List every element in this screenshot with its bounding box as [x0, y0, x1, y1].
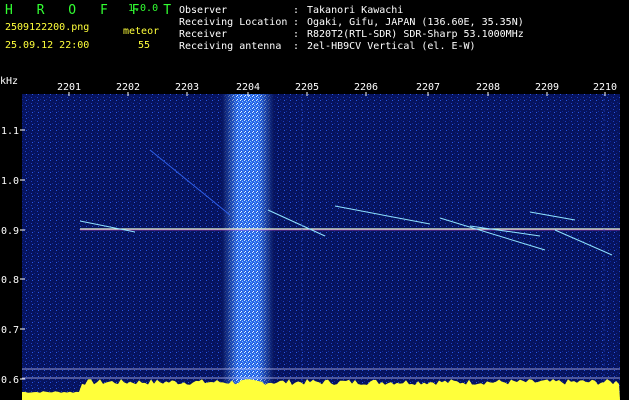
app-version: 1.0.0: [128, 3, 159, 14]
observer-value: Takanori Kawachi: [307, 5, 404, 16]
observer-key: Observer: [179, 5, 228, 16]
y-tick-label: 1.0: [1, 176, 19, 187]
y-tick-label: 0.9: [1, 226, 19, 237]
date-time: 25.09.12 22:00: [5, 40, 90, 51]
y-axis: 1.1 1.0 0.9 0.8 0.7 0.6: [1, 126, 25, 386]
location-key: Receiving Location: [179, 17, 288, 28]
y-tick-label: 0.8: [1, 275, 19, 286]
plot-background: [22, 94, 620, 400]
x-tick-label: 2203: [175, 82, 199, 93]
receiver-key: Receiver: [179, 29, 228, 40]
meteor-count-label: meteor: [123, 26, 160, 37]
receiver-sep: :: [293, 29, 300, 40]
x-tick-label: 2201: [57, 82, 81, 93]
y-tick-label: 0.6: [1, 375, 19, 386]
interference-band-fade: [222, 94, 274, 400]
location-sep: :: [293, 17, 300, 28]
meteor-count-value: 55: [138, 40, 151, 51]
x-axis: 2201 2202 2203 2204 2205 2206 2207 2208 2209 2210: [57, 82, 617, 96]
x-tick-label: 2206: [354, 82, 378, 93]
x-tick-label: 2207: [416, 82, 440, 93]
x-tick-label: 2204: [236, 82, 260, 93]
y-tick-label: 0.7: [1, 325, 19, 336]
file-name: 2509122200.png: [5, 22, 90, 33]
receiver-value: R820T2(RTL-SDR) SDR-Sharp 53.1000MHz: [307, 29, 524, 40]
x-tick-label: 2202: [116, 82, 140, 93]
y-unit: kHz: [0, 76, 18, 87]
x-tick-label: 2210: [593, 82, 617, 93]
location-value: Ogaki, Gifu, JAPAN (136.60E, 35.35N): [307, 17, 524, 28]
x-tick-label: 2205: [295, 82, 319, 93]
header-panel: H R O F F T 1.0.0 2509122200.png 25.09.1…: [0, 0, 629, 72]
x-tick-label: 2208: [476, 82, 500, 93]
y-tick-label: 1.1: [1, 126, 19, 137]
spectrogram: 2201 2202 2203 2204 2205 2206 2207 2208 2209 2210…: [0, 72, 629, 400]
observer-sep: :: [293, 5, 300, 16]
x-tick-label: 2209: [535, 82, 559, 93]
antenna-key: Receiving antenna: [179, 41, 282, 52]
antenna-value: 2el-HB9CV Vertical (el. E-W): [307, 41, 476, 52]
antenna-sep: :: [293, 41, 300, 52]
